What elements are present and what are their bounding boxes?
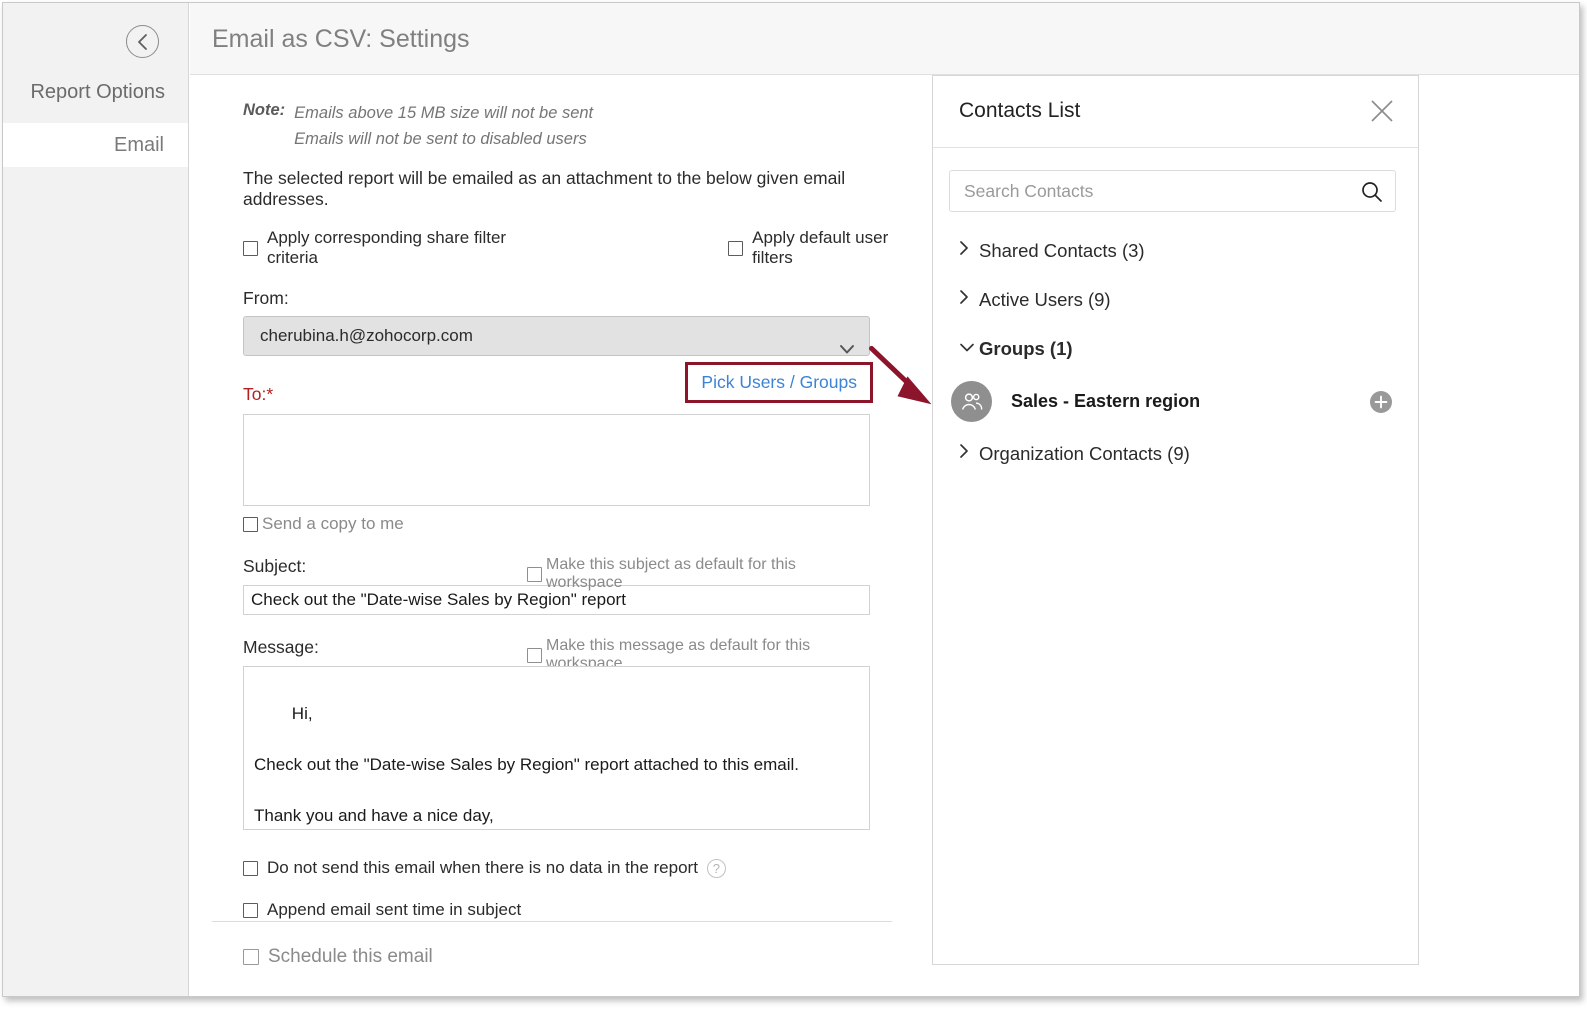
note-line: Emails will not be sent to disabled user… xyxy=(294,129,587,148)
checkbox-label[interactable]: Schedule this email xyxy=(268,946,433,968)
checkbox-row-schedule-email[interactable]: Schedule this email xyxy=(243,946,930,968)
checkbox-label[interactable]: Send a copy to me xyxy=(262,514,404,534)
note-block: Note: Emails above 15 MB size will not b… xyxy=(243,101,930,152)
message-label-row: Message: Make this message as default fo… xyxy=(243,637,870,672)
sidebar-item-label: Email xyxy=(113,134,164,156)
pick-users-groups-callout: Pick Users / Groups xyxy=(685,362,873,404)
note-lines: Emails above 15 MB size will not be sent… xyxy=(294,101,593,152)
search-icon[interactable] xyxy=(1361,181,1383,208)
checkbox-send-copy-to-me[interactable] xyxy=(243,516,258,532)
to-field-row: To:* Pick Users / Groups xyxy=(243,362,873,412)
message-label: Message: xyxy=(243,637,319,658)
back-button[interactable] xyxy=(126,25,159,58)
checkbox-make-subject-default[interactable] xyxy=(527,566,542,582)
tree-node-shared-contacts[interactable]: Shared Contacts (3) xyxy=(933,226,1418,275)
checkbox-apply-default-user-filters[interactable] xyxy=(728,240,744,256)
group-name: Sales - Eastern region xyxy=(1011,390,1201,411)
checkbox-label[interactable]: Append email sent time in subject xyxy=(267,900,521,920)
checkbox-append-email-sent-time[interactable] xyxy=(243,902,258,918)
users-group-icon xyxy=(951,380,992,422)
from-selected-value: cherubina.h@zohocorp.com xyxy=(260,326,473,346)
contacts-panel-header: Contacts List xyxy=(933,76,1418,148)
from-label: From: xyxy=(243,288,289,309)
pick-users-groups-link[interactable]: Pick Users / Groups xyxy=(701,372,857,392)
tree-node-active-users[interactable]: Active Users (9) xyxy=(933,275,1418,324)
intro-text: The selected report will be emailed as a… xyxy=(243,168,846,210)
checkbox-label[interactable]: Apply default user filters xyxy=(752,228,930,268)
chevron-right-icon xyxy=(959,443,979,464)
checkbox-row-send-copy[interactable]: Send a copy to me xyxy=(243,514,930,534)
tree-node-label: Shared Contacts (3) xyxy=(979,239,1145,261)
checkbox-row-no-data[interactable]: Do not send this email when there is no … xyxy=(243,858,930,878)
note-line: Emails above 15 MB size will not be sent xyxy=(294,104,594,122)
search-contacts-input[interactable] xyxy=(950,171,1395,211)
message-body: Hi, Check out the "Date-wise Sales by Re… xyxy=(254,703,800,825)
sidebar-item-email[interactable]: Email xyxy=(3,123,188,167)
tree-node-organization-contacts[interactable]: Organization Contacts (9) xyxy=(933,429,1418,478)
checkbox-label[interactable]: Apply corresponding share filter criteri… xyxy=(267,228,556,268)
tree-node-label: Active Users (9) xyxy=(979,288,1111,310)
content-area: Note: Emails above 15 MB size will not b… xyxy=(190,75,1579,996)
checkbox-row-default-user-filters[interactable]: Apply default user filters xyxy=(728,228,930,268)
to-recipients-input[interactable] xyxy=(243,414,870,507)
chevron-right-icon xyxy=(959,289,979,310)
from-select[interactable]: cherubina.h@zohocorp.com xyxy=(243,316,870,357)
message-textarea[interactable]: Hi, Check out the "Date-wise Sales by Re… xyxy=(243,666,870,831)
contacts-tree: Shared Contacts (3) Active Users (9) Gro… xyxy=(933,226,1418,478)
checkbox-do-not-send-when-no-data[interactable] xyxy=(243,860,258,876)
header-bar: Email as CSV: Settings xyxy=(190,3,1579,75)
filter-options-row: Apply corresponding share filter criteri… xyxy=(243,228,930,268)
checkbox-apply-share-filter[interactable] xyxy=(243,240,258,256)
email-settings-form: Note: Emails above 15 MB size will not b… xyxy=(190,75,930,968)
sidebar-heading: Report Options xyxy=(30,81,165,103)
application-window: Report Options Email Email as CSV: Setti… xyxy=(2,2,1580,997)
contacts-panel-title: Contacts List xyxy=(959,99,1081,122)
checkbox-label[interactable]: Make this subject as default for this wo… xyxy=(546,556,870,592)
contacts-list-panel: Contacts List Search Contacts Shared Con… xyxy=(932,75,1419,965)
question-mark-icon[interactable]: ? xyxy=(706,858,726,878)
checkbox-make-message-default[interactable] xyxy=(527,647,542,663)
tree-node-groups[interactable]: Groups (1) xyxy=(933,324,1418,373)
chevron-down-icon xyxy=(959,340,979,358)
plus-icon[interactable] xyxy=(1370,391,1392,413)
checkbox-row-share-filter[interactable]: Apply corresponding share filter criteri… xyxy=(243,228,556,268)
subject-label-row: Subject: Make this subject as default fo… xyxy=(243,556,870,591)
tree-node-label: Groups (1) xyxy=(979,337,1073,359)
chevron-right-icon xyxy=(959,240,979,261)
checkbox-row-default-subject[interactable]: Make this subject as default for this wo… xyxy=(527,556,870,592)
checkbox-schedule-this-email[interactable] xyxy=(243,949,259,966)
subject-label: Subject: xyxy=(243,556,307,577)
resize-grip-icon[interactable] xyxy=(855,815,867,827)
checkbox-row-append-time[interactable]: Append email sent time in subject xyxy=(243,900,930,920)
search-contacts-wrapper xyxy=(949,170,1396,212)
page-title: Email as CSV: Settings xyxy=(212,25,470,53)
close-icon[interactable] xyxy=(1369,98,1395,124)
tree-node-label: Organization Contacts (9) xyxy=(979,442,1190,464)
checkbox-label[interactable]: Do not send this email when there is no … xyxy=(267,858,698,878)
sidebar: Report Options Email xyxy=(3,3,189,996)
to-label: To:* xyxy=(243,384,274,405)
note-label: Note: xyxy=(243,101,286,119)
group-item-sales-eastern-region[interactable]: Sales - Eastern region xyxy=(933,373,1418,429)
form-bottom-divider xyxy=(212,921,892,923)
